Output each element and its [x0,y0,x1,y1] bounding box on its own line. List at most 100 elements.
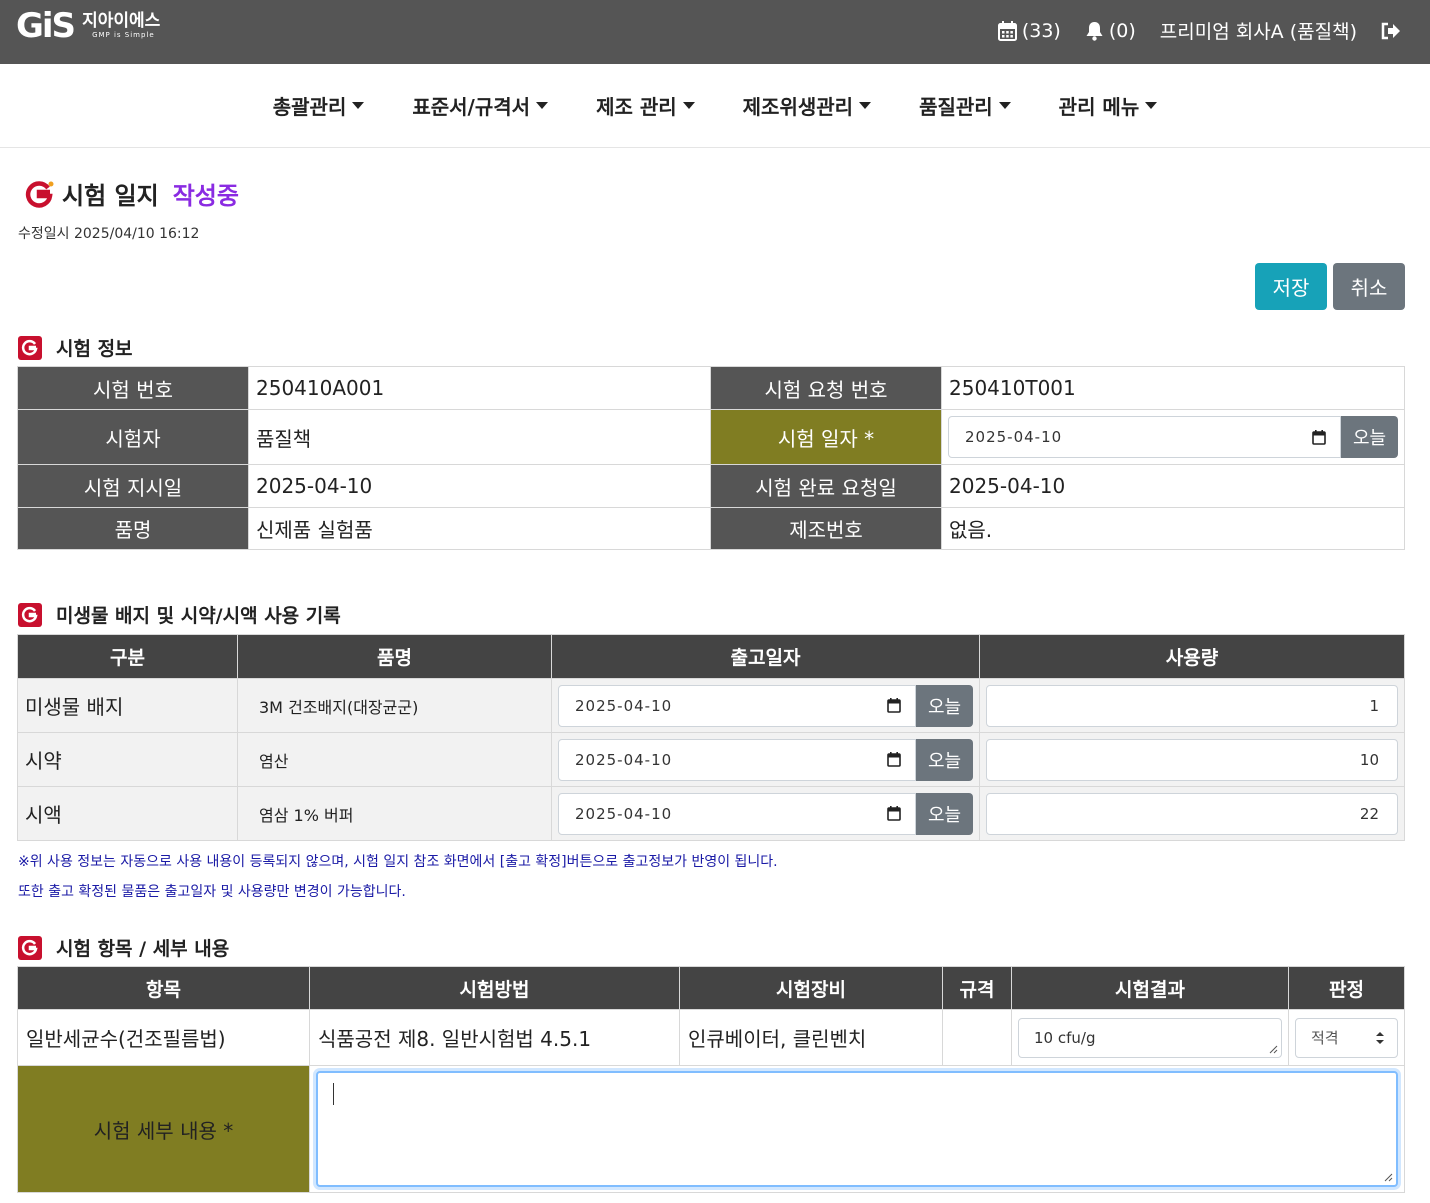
logo-korean-text: 지아이에스 [82,11,161,31]
value-request-no: 250410T001 [941,366,1405,410]
table-row: 미생물 배지 3M 건조배지(대장균군) 2025-04-10 오늘 1 [17,678,1405,733]
resize-grip-icon[interactable] [1384,1173,1393,1182]
calendar-count: (33) [1021,19,1061,42]
user-name[interactable]: 프리미엄 회사A (품질책) [1160,17,1357,44]
calendar-icon[interactable] [887,752,901,767]
value-test-no: 250410A001 [248,366,711,410]
table-row: 시액 염삼 1% 버퍼 2025-04-10 오늘 22 [17,786,1405,841]
section-title-info: 시험 정보 [18,334,133,361]
label-order-date: 시험 지시일 [17,464,249,508]
value-tester: 품질책 [248,409,711,465]
save-button[interactable]: 저장 [1255,263,1327,310]
test-items-table: 항목 시험방법 시험장비 규격 시험결과 판정 일반세균수(건조필름법) 식품공… [17,966,1405,1193]
caret-down-icon [859,102,872,109]
value-order-date: 2025-04-10 [248,464,711,508]
column-header: 규격 [942,966,1012,1010]
gis-logo-icon [24,179,54,209]
logo[interactable]: GiS 지아이에스 GMP is Simple [16,9,160,43]
text-cursor [333,1083,334,1105]
calendar-icon[interactable] [1312,429,1326,445]
label-product: 품명 [17,507,249,550]
nav-manufacturing[interactable]: 제조 관리 [596,91,695,120]
nav-hygiene[interactable]: 제조위생관리 [743,91,872,120]
calendar-icon [997,20,1017,41]
column-header: 사용량 [979,634,1405,679]
cell-method: 식품공전 제8. 일반시험법 4.5.1 [309,1009,680,1066]
test-info-table: 시험 번호 250410A001 시험 요청 번호 250410T001 시험자… [17,366,1405,550]
value-product: 신제품 실험품 [248,507,711,550]
nav-admin[interactable]: 관리 메뉴 [1059,91,1158,120]
caret-down-icon [352,102,365,109]
today-button[interactable]: 오늘 [916,738,973,781]
column-header: 시험방법 [309,966,680,1010]
label-request-no: 시험 요청 번호 [710,366,942,410]
detail-textarea[interactable] [316,1071,1398,1187]
judgement-select[interactable]: 적격 [1295,1017,1398,1058]
calendar-link[interactable]: (33) [997,19,1061,42]
cell-kind: 미생물 배지 [17,678,238,733]
cell-name: 염산 [237,732,552,787]
cancel-button[interactable]: 취소 [1333,263,1405,310]
value-complete-date: 2025-04-10 [941,464,1405,508]
section-logo-icon [18,935,42,960]
cell-name: 염삼 1% 버퍼 [237,786,552,841]
value-lot: 없음. [941,507,1405,550]
result-textarea[interactable]: 10 cfu/g [1018,1017,1282,1058]
logo-mark: GiS [16,6,76,46]
nav-general[interactable]: 총괄관리 [273,91,365,120]
page-header: 시험 일지 작성중 [24,176,239,211]
release-date-input[interactable]: 2025-04-10 [558,684,916,727]
nav-quality[interactable]: 품질관리 [919,91,1011,120]
top-header: GiS 지아이에스 GMP is Simple (33) (0) 프리미엄 회사… [0,0,1430,64]
calendar-icon[interactable] [887,806,901,821]
logout-button[interactable] [1381,22,1406,40]
caret-down-icon [682,102,695,109]
cell-kind: 시약 [17,732,238,787]
table-row: 시약 염산 2025-04-10 오늘 10 [17,732,1405,787]
cell-spec [942,1009,1012,1066]
quantity-input[interactable]: 22 [986,792,1398,835]
column-header: 품명 [237,634,552,679]
cell-equipment: 인큐베이터, 클린벤치 [679,1009,943,1066]
usage-table: 구분 품명 출고일자 사용량 미생물 배지 3M 건조배지(대장균군) 2025… [17,634,1405,841]
usage-note-2: 또한 출고 확정된 물품은 출고일자 및 사용량만 변경이 가능합니다. [18,884,406,900]
logout-icon [1381,22,1400,39]
today-button[interactable]: 오늘 [916,684,973,727]
section-logo-icon [18,602,42,627]
section-logo-icon [18,335,42,360]
test-date-input[interactable]: 2025-04-10 [948,416,1341,458]
cell-kind: 시액 [17,786,238,841]
label-tester: 시험자 [17,409,249,465]
test-date-group: 2025-04-10 오늘 [948,416,1398,458]
notification-count: (0) [1108,19,1136,42]
nav-standards[interactable]: 표준서/규격서 [412,91,549,120]
release-date-input[interactable]: 2025-04-10 [558,792,916,835]
label-complete-date: 시험 완료 요청일 [710,464,942,508]
column-header: 항목 [17,966,310,1010]
quantity-input[interactable]: 1 [986,684,1398,727]
today-button[interactable]: 오늘 [916,792,973,835]
logo-subtitle: GMP is Simple [92,31,155,39]
section-title-items: 시험 항목 / 세부 내용 [18,934,229,961]
column-header: 시험장비 [679,966,943,1010]
column-header: 출고일자 [551,634,980,679]
calendar-icon[interactable] [887,698,901,713]
bell-icon [1086,21,1103,41]
quantity-input[interactable]: 10 [986,738,1398,781]
resize-grip-icon[interactable] [1269,1045,1278,1054]
cell-name: 3M 건조배지(대장균군) [237,678,552,733]
label-test-no: 시험 번호 [17,366,249,410]
notification-link[interactable]: (0) [1085,20,1136,42]
page-title: 시험 일지 [62,182,159,210]
select-arrows-icon [1376,1031,1384,1044]
label-detail: 시험 세부 내용 * [17,1065,310,1193]
column-header: 판정 [1288,966,1405,1010]
column-header: 시험결과 [1011,966,1289,1010]
release-date-input[interactable]: 2025-04-10 [558,738,916,781]
table-row: 일반세균수(건조필름법) 식품공전 제8. 일반시험법 4.5.1 인큐베이터,… [17,1009,1405,1066]
today-button[interactable]: 오늘 [1341,416,1398,458]
main-nav: 총괄관리 표준서/규격서 제조 관리 제조위생관리 품질관리 관리 메뉴 [0,64,1430,148]
column-header: 구분 [17,634,238,679]
status-badge: 작성중 [172,182,239,210]
caret-down-icon [998,102,1011,109]
